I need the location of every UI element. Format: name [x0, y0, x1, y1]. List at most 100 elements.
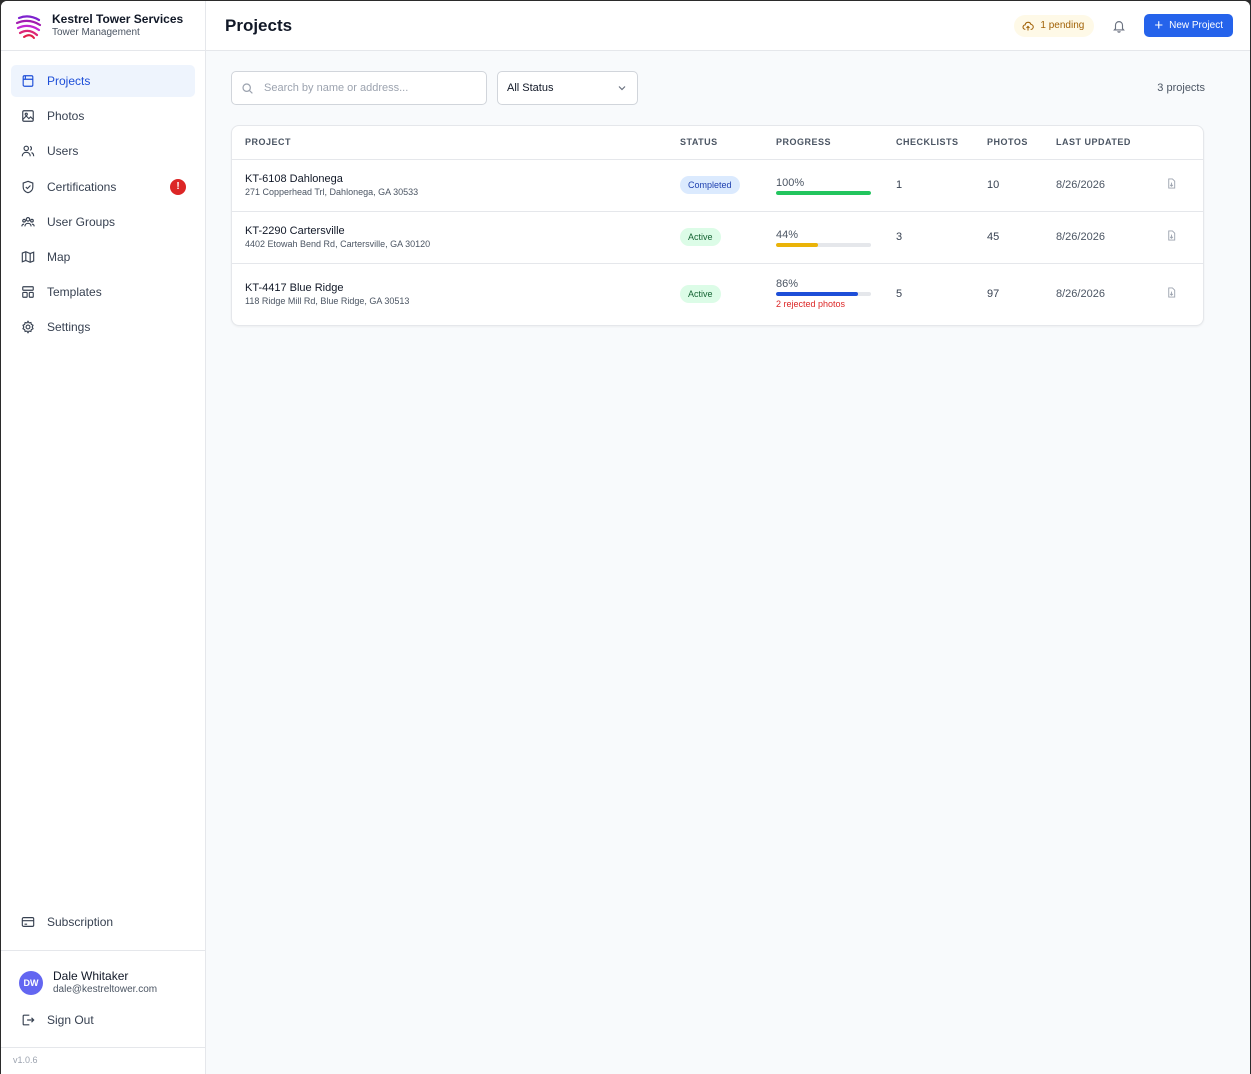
- project-address: 271 Copperhead Trl, Dahlonega, GA 30533: [245, 186, 419, 197]
- bell-icon[interactable]: [1112, 19, 1126, 33]
- sidebar-item-projects[interactable]: Projects: [11, 65, 195, 97]
- actions-cell: [1166, 159, 1203, 212]
- table-row[interactable]: KT-2290 Cartersville 4402 Etowah Bend Rd…: [232, 211, 1203, 264]
- sidebar-divider: [1, 950, 205, 951]
- last-updated-cell: 8/26/2026: [1056, 159, 1166, 212]
- column-header-project[interactable]: PROJECT: [232, 126, 680, 160]
- export-report-icon[interactable]: [1166, 287, 1177, 298]
- page-title: Projects: [225, 15, 293, 35]
- pending-uploads-badge[interactable]: 1 pending: [1014, 14, 1095, 37]
- column-header-actions: [1166, 126, 1203, 160]
- export-report-icon[interactable]: [1166, 178, 1177, 189]
- projects-table: PROJECT STATUS PROGRESS CHECKLISTS PHOTO…: [232, 126, 1203, 325]
- project-name[interactable]: KT-4417 Blue Ridge: [245, 281, 680, 295]
- sidebar-item-users[interactable]: Users: [11, 135, 195, 167]
- sign-out-button[interactable]: Sign Out: [21, 1013, 94, 1027]
- gear-icon: [22, 320, 34, 335]
- column-header-progress[interactable]: PROGRESS: [776, 126, 896, 160]
- column-header-photos[interactable]: PHOTOS: [987, 126, 1056, 160]
- progress-percent: 44%: [776, 228, 799, 241]
- brand-subtitle: Tower Management: [52, 27, 140, 38]
- progress-bar-fill: [776, 242, 818, 247]
- status-badge: Active: [680, 285, 721, 304]
- brand-name: Kestrel Tower Services: [52, 12, 184, 26]
- users-icon: [21, 145, 35, 157]
- certifications-alert-badge: !: [170, 178, 186, 195]
- user-email: dale@kestreltower.com: [53, 984, 158, 995]
- progress-percent: 86%: [776, 278, 799, 291]
- progress-cell: 86% 2 rejected photos: [776, 263, 896, 325]
- avatar: DW: [19, 970, 43, 995]
- search-icon: [242, 82, 253, 94]
- photos-cell: 45: [987, 211, 1056, 264]
- status-badge: Completed: [680, 176, 740, 194]
- map-icon: [21, 251, 35, 263]
- progress-bar: [776, 190, 871, 195]
- project-name[interactable]: KT-6108 Dahlonega: [245, 172, 680, 186]
- app-version: v1.0.6: [13, 1055, 38, 1065]
- checklists-cell: 3: [896, 211, 987, 264]
- user-profile[interactable]: DW Dale Whitaker dale@kestreltower.com: [19, 969, 157, 996]
- progress-bar: [776, 292, 871, 297]
- status-badge: Active: [680, 228, 721, 246]
- project-cell: KT-4417 Blue Ridge 118 Ridge Mill Rd, Bl…: [232, 263, 680, 325]
- sidebar-item-label: Settings: [47, 320, 91, 335]
- search-box[interactable]: [231, 71, 487, 105]
- actions-cell: [1166, 211, 1203, 264]
- log-out-icon: [22, 1014, 35, 1026]
- shield-check-icon: [22, 180, 34, 193]
- last-updated-cell: 8/26/2026: [1056, 288, 1105, 301]
- sidebar-item-label: Templates: [47, 285, 102, 300]
- column-header-checklists[interactable]: CHECKLISTS: [896, 126, 987, 160]
- project-cell: KT-2290 Cartersville 4402 Etowah Bend Rd…: [232, 211, 680, 264]
- sidebar-nav: Projects Photos Users Certifications ! U…: [1, 51, 205, 343]
- project-cell: KT-6108 Dahlonega 271 Copperhead Trl, Da…: [232, 159, 680, 212]
- user-group-icon: [21, 216, 35, 227]
- column-header-last-updated[interactable]: LAST UPDATED: [1056, 126, 1166, 160]
- sidebar-item-settings[interactable]: Settings: [11, 311, 195, 343]
- project-count: 3 projects: [1157, 82, 1205, 94]
- sidebar: Kestrel Tower Services Tower Management …: [1, 1, 206, 1074]
- progress-bar-fill: [776, 190, 871, 195]
- sidebar-item-photos[interactable]: Photos: [11, 100, 195, 132]
- folder-icon: [22, 75, 34, 87]
- search-input[interactable]: [264, 82, 474, 94]
- sign-out-label: Sign Out: [47, 1013, 94, 1027]
- sidebar-divider: [1, 1047, 205, 1048]
- project-address: 4402 Etowah Bend Rd, Cartersville, GA 30…: [245, 238, 431, 249]
- table-row[interactable]: KT-4417 Blue Ridge 118 Ridge Mill Rd, Bl…: [232, 263, 1203, 325]
- export-report-icon[interactable]: [1166, 230, 1177, 241]
- new-project-button[interactable]: + New Project: [1144, 14, 1233, 37]
- sidebar-item-label: Photos: [47, 109, 85, 124]
- checklists-cell: 1: [896, 159, 987, 212]
- sidebar-item-subscription[interactable]: Subscription: [11, 906, 195, 938]
- project-name[interactable]: KT-2290 Cartersville: [245, 224, 680, 238]
- sidebar-item-label: Certifications: [47, 179, 117, 194]
- table-row[interactable]: KT-6108 Dahlonega 271 Copperhead Trl, Da…: [232, 159, 1203, 212]
- sidebar-item-templates[interactable]: Templates: [11, 276, 195, 308]
- checklists-cell: 5: [896, 288, 903, 301]
- rejected-photos-warning[interactable]: 2 rejected photos: [776, 298, 896, 311]
- sidebar-item-certifications[interactable]: Certifications !: [11, 171, 195, 203]
- credit-card-icon: [21, 917, 35, 927]
- pending-label: 1 pending: [1040, 20, 1085, 31]
- actions-cell: [1166, 263, 1203, 325]
- photos-cell: 97: [987, 288, 1000, 301]
- column-header-status[interactable]: STATUS: [680, 126, 776, 160]
- photos-cell: 10: [987, 159, 1056, 212]
- app-window: Kestrel Tower Services Tower Management …: [1, 1, 1250, 1074]
- subscription-label: Subscription: [47, 915, 114, 929]
- status-filter-select[interactable]: All Status: [497, 71, 638, 105]
- top-bar: Projects 1 pending + New Project: [206, 1, 1250, 51]
- sidebar-item-label: Projects: [47, 74, 91, 88]
- plus-icon: +: [1154, 16, 1164, 34]
- sidebar-item-map[interactable]: Map: [11, 241, 195, 273]
- sidebar-item-user-groups[interactable]: User Groups: [11, 206, 195, 238]
- progress-bar-fill: [776, 292, 858, 297]
- projects-table-card: PROJECT STATUS PROGRESS CHECKLISTS PHOTO…: [231, 125, 1204, 326]
- kestrel-logo-icon: [15, 14, 42, 39]
- sidebar-item-label: User Groups: [47, 214, 116, 229]
- status-cell: Active: [680, 211, 776, 264]
- chevron-down-icon: [618, 86, 626, 91]
- table-header-row: PROJECT STATUS PROGRESS CHECKLISTS PHOTO…: [232, 126, 1203, 160]
